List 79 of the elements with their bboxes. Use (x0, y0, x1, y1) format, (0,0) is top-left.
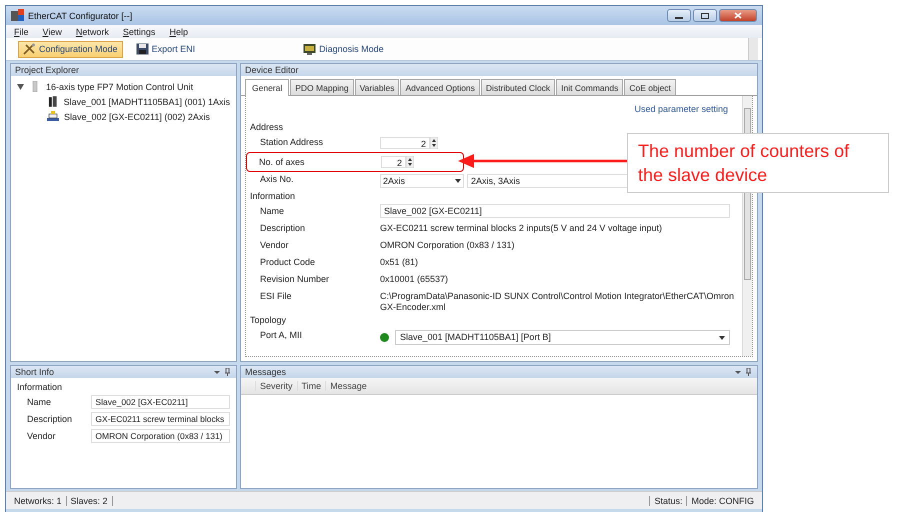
parameter-link[interactable]: Used parameter setting (634, 104, 728, 114)
toolbar-button[interactable]: Configuration Mode (18, 40, 123, 58)
tree-item[interactable]: Slave_002 [GX-EC0211] (002) 2Axis (64, 112, 210, 122)
toolbar-button[interactable]: Diagnosis Mode (298, 40, 389, 58)
panel-title: Short Info (15, 367, 56, 377)
spin-arrows-icon[interactable] (430, 137, 438, 149)
section-title: Information (17, 382, 64, 392)
collapse-arrow-icon[interactable] (17, 84, 24, 90)
status-text: Slaves: 2 (66, 496, 113, 506)
section-title: Address (250, 122, 284, 132)
tools-icon (23, 43, 36, 55)
field-label: Axis No. (259, 173, 295, 184)
field-label: Port A, MII (259, 329, 304, 340)
callout-tooltip: The number of counters of the slave device (627, 133, 889, 193)
field-label: Revision Number (259, 273, 330, 284)
app-icon (11, 9, 24, 22)
maximize-icon (701, 12, 709, 18)
pin-icon[interactable] (733, 368, 753, 376)
dropdown[interactable]: 2Axis (380, 174, 464, 188)
monitor-icon (303, 43, 316, 55)
panel-title: Messages (245, 367, 288, 377)
status-text: Mode: CONFIG (686, 496, 758, 506)
tab[interactable]: PDO Mapping (290, 79, 354, 95)
text-field[interactable]: Slave_002 [GX-EC0211] (380, 204, 730, 218)
status-text: Status: (649, 496, 686, 506)
menu-item[interactable]: View (42, 26, 62, 36)
tab[interactable]: CoE object (624, 79, 676, 95)
window-title: EtherCAT Configurator [--] (28, 10, 134, 20)
text-field[interactable]: OMRON Corporation (0x83 / 131) (91, 429, 230, 443)
tree-item[interactable]: Slave_001 [MADHT1105BA1] (001) 1Axis (64, 96, 230, 106)
minimize-button[interactable] (667, 9, 691, 22)
field-label: Vendor (27, 431, 57, 441)
close-button[interactable] (719, 9, 757, 22)
terminal-block-icon (47, 111, 59, 122)
menu-item[interactable]: Help (169, 26, 188, 36)
tab[interactable]: Variables (354, 79, 400, 95)
column-header[interactable]: Severity (255, 381, 297, 391)
field-label: No. of axes (258, 157, 306, 167)
section-title: Information (250, 191, 296, 201)
status-text: Networks: 1 (10, 496, 67, 506)
panel-title: Device Editor (245, 65, 300, 75)
close-icon (734, 12, 742, 19)
toolbar-button[interactable]: Export ENI (130, 40, 200, 58)
field-value: 0x10001 (65537) (380, 274, 448, 284)
servo-drive-icon (47, 96, 59, 107)
menu-item[interactable]: File (14, 26, 29, 36)
field-value: 0x51 (81) (380, 257, 418, 267)
field-value: C:\ProgramData\Panasonic-ID SUNX Control\Control Motion Integrator\EtherCAT\Omron GX-Encoder.xml (380, 291, 734, 312)
maximize-button[interactable] (693, 9, 717, 22)
column-header[interactable]: Time (296, 381, 326, 391)
section-title: Topology (250, 315, 288, 325)
field-label: Name (259, 205, 286, 216)
caret-icon (719, 336, 725, 340)
tab[interactable]: Init Commands (556, 79, 624, 95)
tab[interactable]: Advanced Options (400, 79, 480, 95)
field-label: Station Address (259, 136, 324, 147)
dropdown[interactable]: Slave_001 [MADHT1105BA1] [Port B] (395, 330, 730, 345)
field-label: Name (27, 397, 52, 407)
field-value: OMRON Corporation (0x83 / 131) (380, 240, 515, 250)
field-label: ESI File (259, 290, 293, 301)
panel-title: Project Explorer (15, 65, 80, 75)
tree-item[interactable]: 16-axis type FP7 Motion Control Unit (46, 82, 194, 92)
field-value: GX-EC0211 screw terminal blocks 2 inputs(5 V and 24 V voltage input) (380, 223, 662, 233)
tab[interactable]: Distributed Clock (480, 79, 556, 95)
menu-item[interactable]: Network (76, 26, 109, 36)
field-label: Vendor (259, 239, 290, 250)
field-label: Description (27, 414, 74, 424)
caret-icon (455, 179, 461, 183)
arrow-icon (458, 154, 628, 168)
pin-icon[interactable] (212, 368, 232, 376)
text-field[interactable]: GX-EC0211 screw terminal blocks (91, 412, 230, 426)
text-field[interactable]: Slave_002 [GX-EC0211] (91, 395, 230, 409)
scrollbar[interactable] (748, 38, 758, 60)
menu-item[interactable]: Settings (122, 26, 156, 36)
column-header[interactable]: Message (325, 381, 371, 391)
field-label: Description (259, 222, 306, 233)
spin-arrows-icon[interactable] (406, 156, 414, 168)
field-label: Product Code (259, 256, 316, 267)
tab[interactable]: General (245, 79, 290, 96)
